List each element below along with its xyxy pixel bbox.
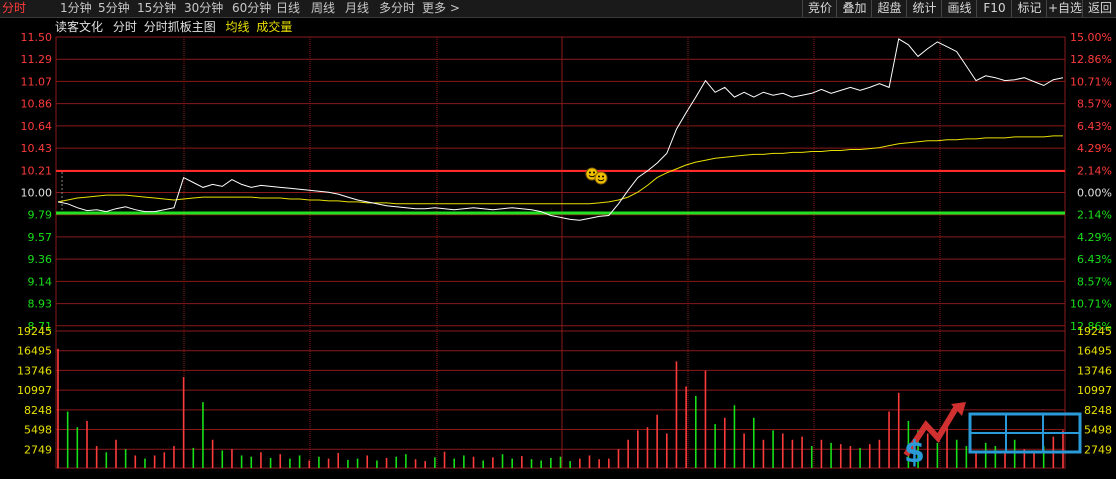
view-mode-label[interactable]: 分时 bbox=[113, 20, 137, 34]
pct-tick-label: 4.29% bbox=[1077, 142, 1112, 155]
volume-tick-label: 19245 bbox=[17, 325, 52, 338]
volume-tick-label: 5498 bbox=[24, 424, 52, 437]
volume-tick-label-right: 16495 bbox=[1077, 345, 1112, 358]
period-tab[interactable]: 更多 > bbox=[422, 0, 460, 17]
volume-tick-label: 16495 bbox=[17, 345, 52, 358]
toolbar-button[interactable]: F10 bbox=[976, 0, 1012, 17]
pct-tick-label: 10.71% bbox=[1070, 75, 1112, 88]
period-tab[interactable]: 15分钟 bbox=[137, 0, 176, 17]
volume-tick-label-right: 19245 bbox=[1077, 325, 1112, 338]
toolbar-button[interactable]: 超盘 bbox=[871, 0, 907, 17]
period-tab-bar: 分时 1分钟 5分钟 15分钟 30分钟 60分钟 日线 周线 月线 多分时 更多 > 竞价 叠加 超盘… bbox=[0, 0, 1116, 18]
volume-tick-label: 13746 bbox=[17, 364, 52, 377]
pct-tick-label: 4.29% bbox=[1077, 231, 1112, 244]
period-tab[interactable]: 月线 bbox=[345, 0, 369, 17]
price-tick-label: 9.79 bbox=[28, 209, 53, 222]
toolbar-button[interactable]: 画线 bbox=[941, 0, 977, 17]
pct-tick-label: 15.00% bbox=[1070, 31, 1112, 44]
volume-tick-label-right: 2749 bbox=[1084, 443, 1112, 456]
price-tick-label: 11.07 bbox=[21, 75, 53, 88]
smiley-eye bbox=[589, 171, 591, 174]
period-tab[interactable]: 日线 bbox=[276, 0, 300, 17]
volume-tick-label: 10997 bbox=[17, 384, 52, 397]
period-tab[interactable]: 5分钟 bbox=[98, 0, 130, 17]
smiley-eye bbox=[593, 171, 595, 174]
price-tick-label: 9.14 bbox=[28, 275, 53, 288]
volume-tick-label: 2749 bbox=[24, 443, 52, 456]
price-tick-label: 10.64 bbox=[21, 120, 53, 133]
volume-tick-label-right: 8248 bbox=[1084, 404, 1112, 417]
smiley-eye bbox=[602, 175, 604, 178]
toolbar-button[interactable]: +自选 bbox=[1046, 0, 1083, 17]
pct-tick-label: 8.57% bbox=[1077, 98, 1112, 111]
pct-tick-label: 6.43% bbox=[1077, 253, 1112, 266]
price-tick-label: 11.29 bbox=[21, 53, 53, 66]
toolbar-button[interactable]: 竞价 bbox=[802, 0, 837, 17]
wangu-logo-watermark: $ bbox=[903, 402, 1082, 470]
stock-name: 读客文化 bbox=[55, 20, 104, 34]
price-tick-label: 9.36 bbox=[28, 253, 53, 266]
pct-tick-label: 0.00% bbox=[1077, 186, 1112, 199]
price-tick-label: 10.21 bbox=[21, 164, 53, 177]
volume-tick-label-right: 5498 bbox=[1084, 424, 1112, 437]
volume-tick-label-right: 13746 bbox=[1077, 364, 1112, 377]
smiley-marker-icon bbox=[594, 171, 608, 185]
volume-tick-label: 8248 bbox=[24, 404, 52, 417]
price-tick-label: 11.50 bbox=[21, 31, 53, 44]
price-tick-label: 10.43 bbox=[21, 142, 53, 155]
price-tick-label: 8.93 bbox=[28, 298, 53, 311]
price-tick-label: 10.86 bbox=[21, 98, 53, 111]
period-tab[interactable]: 多分时 bbox=[379, 0, 415, 17]
toolbar-button[interactable]: 叠加 bbox=[836, 0, 872, 17]
price-tick-label: 9.57 bbox=[28, 231, 53, 244]
toolbar-button[interactable]: 返回 bbox=[1082, 0, 1116, 17]
period-tab[interactable]: 30分钟 bbox=[184, 0, 223, 17]
chart-info-bar: 读客文化 分时 分时抓板主图 均线 成交量 bbox=[55, 19, 298, 35]
pct-tick-label: 12.86% bbox=[1070, 53, 1112, 66]
period-tab[interactable]: 分时 bbox=[2, 0, 26, 17]
price-line bbox=[57, 38, 1064, 221]
pct-tick-label: 2.14% bbox=[1077, 164, 1112, 177]
pct-tick-label: 10.71% bbox=[1070, 298, 1112, 311]
pct-tick-label: 2.14% bbox=[1077, 209, 1112, 222]
volume-tick-label-right: 10997 bbox=[1077, 384, 1112, 397]
smiley-eye bbox=[598, 175, 600, 178]
price-tick-label: 10.00 bbox=[21, 186, 53, 199]
avg-line-label: 均线 bbox=[225, 20, 250, 34]
pct-tick-label: 8.57% bbox=[1077, 275, 1112, 288]
toolbar-button[interactable]: 统计 bbox=[906, 0, 942, 17]
board-label[interactable]: 分时抓板主图 bbox=[144, 20, 216, 34]
period-tab[interactable]: 60分钟 bbox=[232, 0, 271, 17]
svg-text:$: $ bbox=[904, 435, 925, 470]
period-tab[interactable]: 1分钟 bbox=[60, 0, 92, 17]
toolbar-button[interactable]: 标记 bbox=[1011, 0, 1047, 17]
pct-tick-label: 6.43% bbox=[1077, 120, 1112, 133]
period-tab[interactable]: 周线 bbox=[311, 0, 335, 17]
volume-label: 成交量 bbox=[256, 20, 293, 34]
